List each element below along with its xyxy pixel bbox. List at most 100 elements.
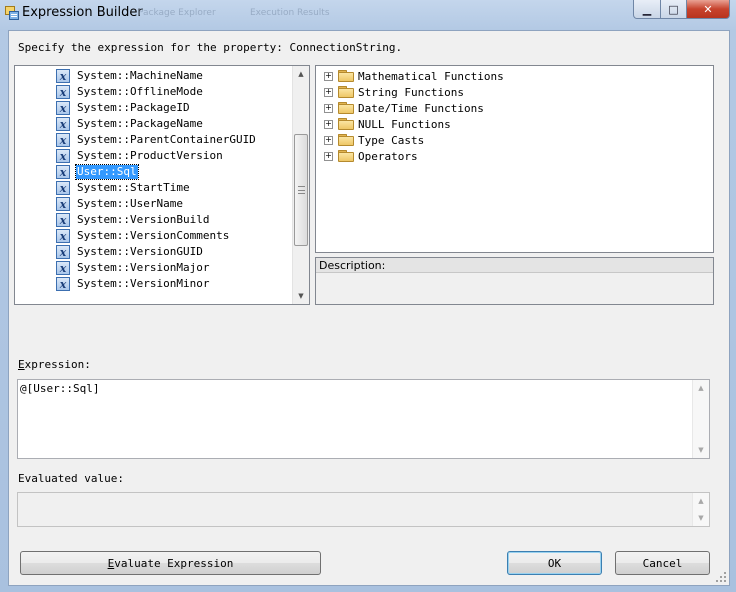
variables-scrollbar[interactable]: ▲ ▼ bbox=[292, 66, 309, 304]
dialog-window: Expression Builder Package Explorer Exec… bbox=[0, 0, 736, 592]
variable-x-icon: x bbox=[56, 101, 70, 115]
evaluate-expression-button[interactable]: Evaluate Expression bbox=[20, 551, 321, 575]
variable-x-icon: x bbox=[56, 229, 70, 243]
variable-name: System::ParentContainerGUID bbox=[77, 133, 256, 146]
variable-name: System::StartTime bbox=[77, 181, 190, 194]
variable-list-item[interactable]: x System::ParentContainerGUID bbox=[56, 132, 257, 148]
property-prompt: Specify the expression for the property:… bbox=[18, 41, 403, 54]
folder-icon bbox=[338, 150, 354, 162]
variable-x-icon: x bbox=[56, 85, 70, 99]
variable-x-icon: x bbox=[56, 165, 70, 179]
variable-list-item[interactable]: x System::VersionComments bbox=[56, 228, 230, 244]
expression-label-rest: xpression: bbox=[24, 358, 91, 371]
variable-list-item[interactable]: x System::OfflineMode bbox=[56, 84, 204, 100]
size-grip-icon[interactable] bbox=[715, 571, 727, 583]
variable-x-icon: x bbox=[56, 245, 70, 259]
folder-icon bbox=[338, 86, 354, 98]
variable-name: System::VersionBuild bbox=[77, 213, 210, 226]
scroll-down-arrow-icon[interactable]: ▼ bbox=[693, 442, 709, 458]
expression-value: @[User::Sql] bbox=[20, 382, 100, 395]
plus-box-icon[interactable]: + bbox=[324, 103, 333, 113]
variable-name: System::OfflineMode bbox=[77, 85, 203, 98]
plus-box-icon[interactable]: + bbox=[324, 151, 333, 161]
scroll-up-arrow-icon[interactable]: ▲ bbox=[293, 66, 309, 82]
function-category-label: Mathematical Functions bbox=[358, 69, 504, 83]
function-category-label: Type Casts bbox=[358, 133, 425, 147]
function-category-node[interactable]: + NULL Functions bbox=[316, 116, 451, 132]
variable-list-item[interactable]: x System::ProductVersion bbox=[56, 148, 224, 164]
function-category-label: Operators bbox=[358, 149, 418, 163]
plus-box-icon[interactable]: + bbox=[324, 135, 333, 145]
variable-list-item[interactable]: x System::PackageID bbox=[56, 100, 191, 116]
variable-list-item[interactable]: x System::PackageName bbox=[56, 116, 204, 132]
background-tab-package-explorer: Package Explorer bbox=[138, 8, 216, 18]
function-category-label: Date/Time Functions bbox=[358, 101, 484, 115]
function-category-node[interactable]: + Type Casts bbox=[316, 132, 424, 148]
scroll-down-arrow-icon[interactable]: ▼ bbox=[293, 288, 309, 304]
window-controls: ▁ □ ✕ bbox=[633, 0, 730, 20]
variable-x-icon: x bbox=[56, 133, 70, 147]
evaluated-scrollbar[interactable]: ▲ ▼ bbox=[692, 493, 709, 526]
variable-x-icon: x bbox=[56, 181, 70, 195]
function-category-node[interactable]: + Operators bbox=[316, 148, 418, 164]
variables-list[interactable]: x System::MachineName x System::OfflineMode… bbox=[14, 65, 310, 305]
variable-x-icon: x bbox=[56, 213, 70, 227]
scrollbar-thumb[interactable] bbox=[294, 133, 308, 246]
folder-icon bbox=[338, 102, 354, 114]
window-title: Expression Builder bbox=[22, 5, 143, 20]
variable-x-icon: x bbox=[56, 149, 70, 163]
variable-list-item[interactable]: x System::MachineName bbox=[56, 68, 204, 84]
expression-builder-icon bbox=[5, 6, 19, 20]
evaluate-label-rest: valuate Expression bbox=[114, 556, 234, 570]
evaluate-access-key: E bbox=[107, 556, 115, 570]
ok-button[interactable]: OK bbox=[507, 551, 602, 575]
variable-list-item[interactable]: x System::VersionMajor bbox=[56, 260, 210, 276]
expression-label: Expression: bbox=[18, 358, 91, 371]
variable-list-item[interactable]: x System::VersionGUID bbox=[56, 244, 204, 260]
variable-list-item[interactable]: x System::StartTime bbox=[56, 180, 191, 196]
expression-scrollbar[interactable]: ▲ ▼ bbox=[692, 380, 709, 458]
plus-box-icon[interactable]: + bbox=[324, 87, 333, 97]
variable-name: System::VersionGUID bbox=[77, 245, 203, 258]
variable-list-item[interactable]: x System::UserName bbox=[56, 196, 184, 212]
minimize-button[interactable]: ▁ bbox=[633, 0, 661, 19]
function-category-label: String Functions bbox=[358, 85, 464, 99]
evaluated-value-textbox[interactable]: ▲ ▼ bbox=[17, 492, 710, 527]
variable-x-icon: x bbox=[56, 69, 70, 83]
function-category-node[interactable]: + Date/Time Functions bbox=[316, 100, 484, 116]
folder-icon bbox=[338, 134, 354, 146]
functions-tree[interactable]: + Mathematical Functions + String Functions… bbox=[315, 65, 714, 253]
variable-name: System::VersionComments bbox=[77, 229, 230, 242]
variable-list-item[interactable]: x User::Sql bbox=[56, 164, 139, 180]
scroll-down-arrow-icon[interactable]: ▼ bbox=[693, 510, 709, 526]
evaluated-value-label: Evaluated value: bbox=[18, 472, 124, 485]
variable-x-icon: x bbox=[56, 277, 70, 291]
plus-box-icon[interactable]: + bbox=[324, 71, 333, 81]
maximize-button[interactable]: □ bbox=[661, 0, 687, 19]
description-panel: Description: bbox=[315, 257, 714, 305]
scroll-up-arrow-icon[interactable]: ▲ bbox=[693, 380, 709, 396]
variable-name: System::ProductVersion bbox=[77, 149, 223, 162]
expression-textbox[interactable]: @[User::Sql] ▲ ▼ bbox=[17, 379, 710, 459]
scroll-up-arrow-icon[interactable]: ▲ bbox=[693, 493, 709, 509]
plus-box-icon[interactable]: + bbox=[324, 119, 333, 129]
cancel-button[interactable]: Cancel bbox=[615, 551, 710, 575]
variable-list-item[interactable]: x System::VersionBuild bbox=[56, 212, 210, 228]
background-tab-execution-results: Execution Results bbox=[250, 8, 330, 18]
close-button[interactable]: ✕ bbox=[687, 0, 730, 19]
title-bar[interactable]: Expression Builder Package Explorer Exec… bbox=[0, 0, 736, 28]
function-category-label: NULL Functions bbox=[358, 117, 451, 131]
variable-name: User::Sql bbox=[75, 164, 139, 180]
folder-icon bbox=[338, 118, 354, 130]
variable-name: System::VersionMinor bbox=[77, 277, 210, 290]
variable-list-item[interactable]: x System::VersionMinor bbox=[56, 276, 210, 292]
function-category-node[interactable]: + Mathematical Functions bbox=[316, 68, 504, 84]
variable-x-icon: x bbox=[56, 197, 70, 211]
function-category-node[interactable]: + String Functions bbox=[316, 84, 464, 100]
variable-name: System::MachineName bbox=[77, 69, 203, 82]
variable-name: System::PackageName bbox=[77, 117, 203, 130]
variable-name: System::UserName bbox=[77, 197, 183, 210]
variable-name: System::VersionMajor bbox=[77, 261, 210, 274]
folder-icon bbox=[338, 70, 354, 82]
variable-name: System::PackageID bbox=[77, 101, 190, 114]
